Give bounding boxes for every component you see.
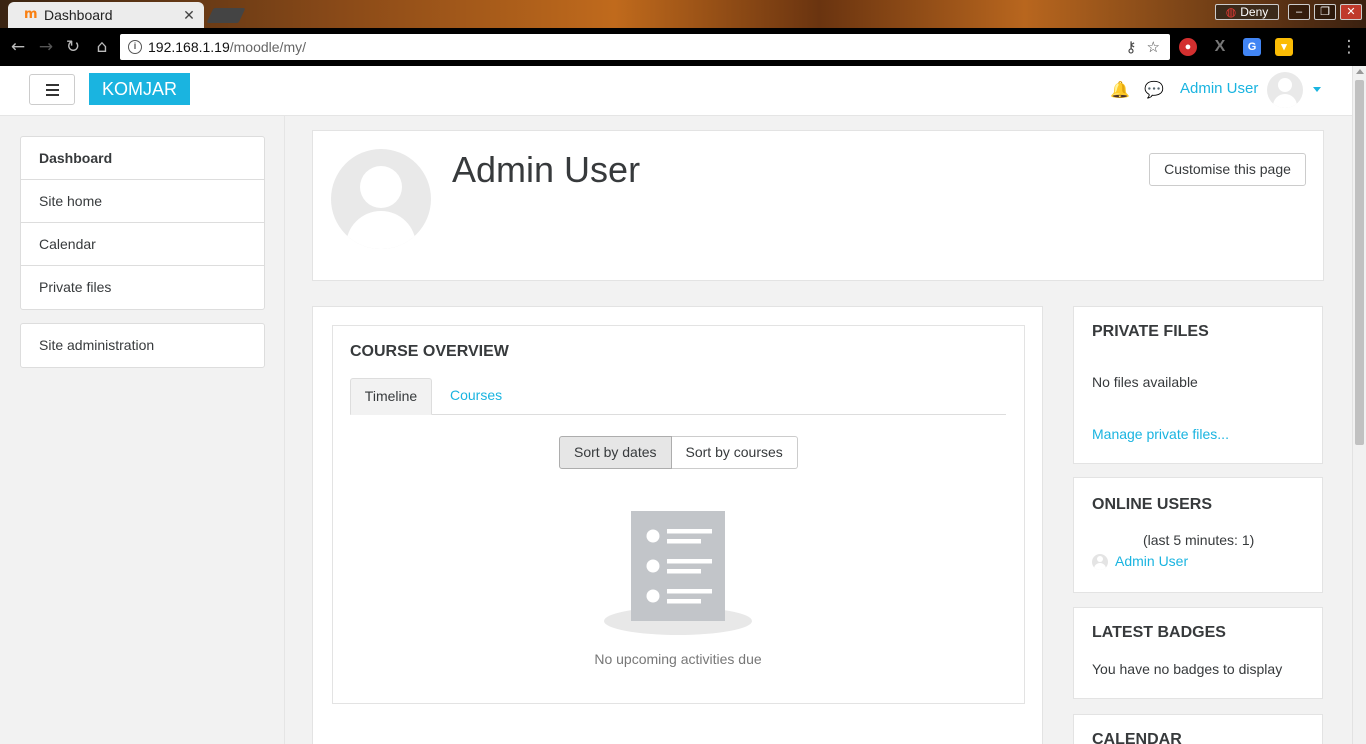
avatar-body [1094,563,1106,570]
online-users-summary: (last 5 minutes: 1) [1143,532,1255,548]
online-user-avatar [1092,554,1108,570]
deny-label: Deny [1240,5,1269,19]
nav-drawer-main: Dashboard Site home Calendar Private fil… [20,136,265,310]
browser-menu-icon[interactable]: ⋮ [1339,37,1359,57]
customise-page-button[interactable]: Customise this page [1149,153,1306,186]
adblock-extension-icon[interactable]: ● [1179,38,1197,56]
latest-badges-title: LATEST BADGES [1092,624,1226,641]
sort-button-group: Sort by dates Sort by courses [559,436,798,469]
deny-button[interactable]: ◍ Deny [1215,4,1279,20]
moodle-favicon-icon: m [24,7,38,22]
forward-arrow-icon[interactable]: → [36,37,56,57]
close-window-button[interactable]: ✕ [1340,4,1362,20]
sort-by-courses-button[interactable]: Sort by courses [671,436,798,469]
translate-extension-icon[interactable]: G [1243,38,1261,56]
course-overview-title: COURSE OVERVIEW [350,343,509,360]
private-files-title: PRIVATE FILES [1092,323,1209,340]
profile-avatar [331,149,431,249]
drawer-toggle-button[interactable] [29,74,75,105]
page-title: Admin User [452,149,641,190]
bell-icon[interactable]: 🔔 [1110,80,1130,99]
user-menu-name[interactable]: Admin User [1180,80,1258,97]
deny-icon: ◍ [1225,5,1237,19]
url-host: 192.168.1.19 [148,39,230,55]
manage-private-files-link[interactable]: Manage private files... [1092,426,1229,442]
tab-timeline[interactable]: Timeline [350,378,432,415]
back-arrow-icon[interactable]: ← [8,37,28,57]
minimize-window-button[interactable]: – [1288,4,1310,20]
browser-tab-dashboard[interactable]: m Dashboard ✕ [8,2,204,28]
home-icon[interactable]: ⌂ [92,37,112,57]
moodle-navbar: KOMJAR 🔔 💬 Admin User [0,66,1352,116]
latest-badges-empty-text: You have no badges to display [1092,661,1283,677]
hamburger-icon-bar [46,94,59,96]
reload-icon[interactable]: ↻ [63,37,83,57]
online-user-link[interactable]: Admin User [1115,553,1188,569]
nav-item-calendar[interactable]: Calendar [21,223,264,266]
close-tab-icon[interactable]: ✕ [182,7,196,24]
nav-drawer-admin: Site administration [20,323,265,368]
nav-item-private-files[interactable]: Private files [21,266,264,309]
nav-item-site-home[interactable]: Site home [21,180,264,223]
new-tab-button[interactable] [206,8,246,23]
hamburger-icon-bar [46,89,59,91]
avatar-head [1278,78,1292,92]
nav-drawer: Dashboard Site home Calendar Private fil… [0,116,285,744]
avatar-head [1097,556,1103,562]
sort-by-dates-button[interactable]: Sort by dates [559,436,672,469]
empty-activities-icon [604,511,752,635]
url-path: /moodle/my/ [229,39,306,55]
browser-tab-bar: m Dashboard ✕ ◍ Deny – ❐ ✕ [0,0,1366,28]
tab-courses[interactable]: Courses [450,378,502,415]
key-icon[interactable]: ⚷ [1126,38,1137,56]
avatar-body [346,211,416,249]
tabs-divider [350,414,1006,415]
avatar-body [1273,94,1297,108]
hamburger-icon [46,84,59,86]
scrollbar-thumb[interactable] [1355,80,1364,445]
private-files-empty-text: No files available [1092,374,1198,390]
address-bar[interactable]: i 192.168.1.19 /moodle/my/ ⚷ ☆ [120,34,1170,60]
scroll-up-arrow-icon[interactable] [1356,69,1364,74]
empty-activities-message: No upcoming activities due [594,651,762,667]
bookmark-star-icon[interactable]: ☆ [1147,38,1160,56]
online-users-title: ONLINE USERS [1092,496,1213,513]
nav-item-site-administration[interactable]: Site administration [21,324,264,367]
page-scrollbar[interactable] [1352,66,1366,744]
maximize-window-button[interactable]: ❐ [1314,4,1336,20]
browser-tab-title: Dashboard [44,7,113,23]
user-avatar[interactable] [1267,72,1303,108]
latest-badges-block [1073,607,1323,699]
info-icon[interactable]: i [128,40,142,54]
avatar-head [360,166,402,208]
chat-icon[interactable]: 💬 [1144,80,1164,99]
nav-item-dashboard[interactable]: Dashboard [21,137,264,180]
calendar-title: CALENDAR [1092,731,1182,744]
site-brand-button[interactable]: KOMJAR [89,73,190,105]
user-menu-caret-icon[interactable] [1313,87,1321,92]
chrome-extension-icon[interactable]: ▾ [1275,38,1293,56]
x-extension-icon[interactable]: X [1211,38,1229,56]
